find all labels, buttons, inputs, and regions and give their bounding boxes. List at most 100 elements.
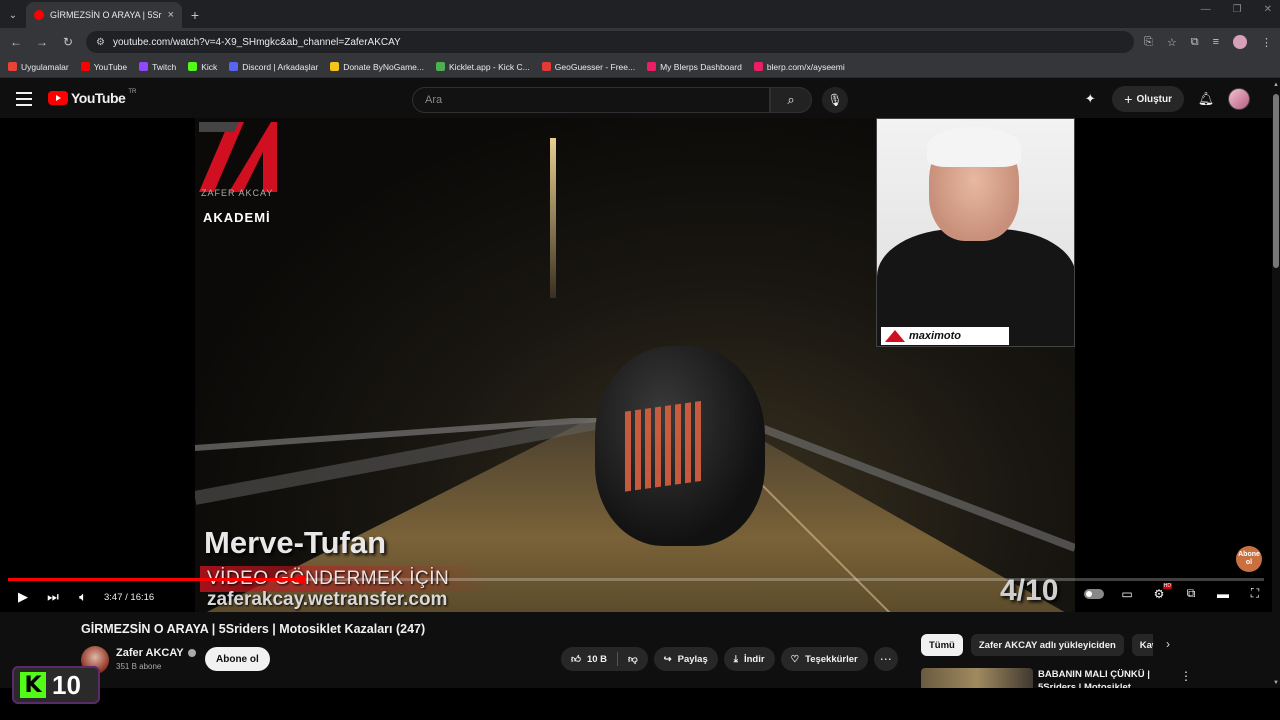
filter-chip[interactable]: Kawasaki bbox=[1131, 634, 1153, 656]
player-controls: ▶ ⏭ 🔈︎ 3:47 / 16:16 ▭ ⚙ ⧉ ▬ ⛶ bbox=[8, 582, 1264, 608]
bookmark-star-icon[interactable]: ☆ bbox=[1167, 36, 1177, 49]
bookmark-label: blerp.com/x/ayseemi bbox=[766, 61, 845, 72]
autoplay-toggle[interactable] bbox=[1084, 588, 1104, 599]
thumbs-down-icon: 👎︎ bbox=[628, 654, 638, 665]
channel-link[interactable]: Zafer AKCAY bbox=[116, 647, 196, 659]
search-button[interactable]: ⌕ bbox=[770, 87, 812, 113]
url-input[interactable]: ⚙ youtube.com/watch?v=4-X9_SHmgkc&ab_cha… bbox=[86, 31, 1135, 53]
page-scrollbar[interactable]: ▲ ▼ bbox=[1272, 80, 1280, 688]
notifications-bell-icon[interactable]: 🔔︎ bbox=[1196, 91, 1216, 107]
bookmark-favicon-icon bbox=[8, 62, 17, 71]
extensions-icon[interactable]: ⧉ bbox=[1191, 36, 1199, 49]
thanks-label: Teşekkürler bbox=[805, 653, 858, 665]
filter-chip[interactable]: Tümü bbox=[921, 634, 963, 656]
scroll-up-icon[interactable]: ▲ bbox=[1273, 82, 1279, 88]
scroll-down-icon[interactable]: ▼ bbox=[1273, 680, 1279, 686]
forward-icon[interactable]: → bbox=[34, 35, 50, 49]
tab-title: GİRMEZSİN O ARAYA | 5Sriders bbox=[50, 10, 162, 20]
bookmark-item[interactable]: Uygulamalar bbox=[8, 62, 69, 72]
search-input[interactable]: Ara bbox=[412, 87, 770, 113]
filter-chips: Tümü Zafer AKCAY adlı yükleyiciden Kawasak… bbox=[921, 634, 1153, 656]
progress-bar[interactable] bbox=[8, 575, 1264, 584]
tab-search-icon[interactable]: ⌄ bbox=[0, 2, 26, 28]
gemini-sparkle-icon[interactable]: ✦ bbox=[1080, 91, 1100, 107]
miniplayer-icon[interactable]: ⧉ bbox=[1182, 586, 1200, 601]
bookmark-item[interactable]: My Blerps Dashboard bbox=[647, 62, 742, 72]
browser-menu-icon[interactable]: ⋮ bbox=[1261, 36, 1272, 49]
bookmark-favicon-icon bbox=[229, 62, 239, 71]
recommendation-thumbnail[interactable] bbox=[921, 668, 1033, 688]
bookmark-label: Donate ByNoGame... bbox=[343, 61, 424, 72]
bookmark-item[interactable]: blerp.com/x/ayseemi bbox=[753, 61, 845, 72]
dislike-button[interactable]: 👎︎ bbox=[618, 653, 648, 665]
recommendation-menu-icon[interactable]: ⋮ bbox=[1180, 669, 1192, 683]
share-icon: ↪ bbox=[663, 653, 672, 665]
play-icon[interactable]: ▶ bbox=[8, 589, 38, 605]
bookmark-item[interactable]: Kick bbox=[188, 62, 217, 72]
next-icon[interactable]: ⏭ bbox=[38, 589, 68, 605]
restore-icon[interactable]: ❐ bbox=[1233, 4, 1242, 15]
subtitles-icon[interactable]: ▭ bbox=[1118, 587, 1136, 601]
bookmark-item[interactable]: YouTube bbox=[80, 61, 128, 72]
like-dislike-group: 👍︎ 10 B 👎︎ bbox=[561, 647, 648, 671]
bookmark-favicon-icon bbox=[647, 62, 657, 71]
microphone-icon: 🎙 bbox=[827, 93, 843, 107]
settings-gear-icon[interactable]: ⚙ bbox=[1150, 582, 1172, 601]
like-count: 10 B bbox=[586, 653, 608, 665]
window-controls: — ❐ ✕ bbox=[1201, 4, 1272, 15]
fullscreen-icon[interactable]: ⛶ bbox=[1246, 586, 1264, 601]
new-tab-button[interactable]: + bbox=[182, 2, 208, 28]
close-window-icon[interactable]: ✕ bbox=[1264, 4, 1272, 15]
subscribe-button[interactable]: Abone ol bbox=[205, 647, 270, 671]
account-avatar[interactable] bbox=[1228, 88, 1250, 110]
overlay-brand: AKADEMİ bbox=[203, 210, 271, 225]
share-button[interactable]: ↪ Paylaş bbox=[653, 647, 718, 671]
bookmark-item[interactable]: Donate ByNoGame... bbox=[330, 62, 424, 72]
thanks-button[interactable]: ♡ Teşekkürler bbox=[780, 647, 868, 671]
time-display: 3:47 / 16:16 bbox=[104, 591, 155, 603]
chevron-right-icon[interactable]: › bbox=[1166, 637, 1170, 651]
toolbar-icons: ⎘ ☆ ⧉ ≡ ⋮ bbox=[1144, 35, 1272, 49]
volume-icon[interactable]: 🔈︎ bbox=[68, 589, 98, 605]
subscribe-watermark[interactable]: Abone ol bbox=[1236, 546, 1262, 572]
bookmark-label: YouTube bbox=[93, 61, 128, 72]
create-button[interactable]: + Oluştur bbox=[1112, 86, 1184, 112]
caption-name: Merve-Tufan bbox=[204, 525, 387, 560]
menu-icon[interactable] bbox=[16, 92, 32, 110]
subscriber-count: 351 B abone bbox=[116, 662, 162, 671]
voice-search-button[interactable]: 🎙 bbox=[822, 87, 848, 113]
bookmark-item[interactable]: Discord | Arkadaşlar bbox=[229, 62, 318, 72]
bookmark-label: Kicklet.app - Kick C... bbox=[448, 61, 530, 72]
filter-chip[interactable]: Zafer AKCAY adlı yükleyiciden bbox=[970, 634, 1124, 656]
back-icon[interactable]: ← bbox=[8, 35, 24, 49]
profile-avatar[interactable] bbox=[1233, 35, 1247, 49]
overlay-brand-sub: ZAFER AKCAY bbox=[201, 188, 274, 198]
search-placeholder: Ara bbox=[425, 94, 443, 106]
browser-tab-active[interactable]: GİRMEZSİN O ARAYA | 5Sriders × bbox=[26, 2, 182, 28]
share-label: Paylaş bbox=[677, 653, 708, 665]
youtube-logo[interactable]: YouTube TR bbox=[48, 89, 136, 106]
bookmark-item[interactable]: Twitch bbox=[139, 62, 176, 72]
recommendation-title[interactable]: BABANIN MALI ÇÜNKÜ | 5Sriders | Motosikl… bbox=[1038, 668, 1168, 688]
progress-scrubber[interactable] bbox=[296, 575, 306, 584]
site-info-icon[interactable]: ⚙ bbox=[96, 37, 105, 48]
like-button[interactable]: 👍︎ 10 B bbox=[561, 653, 617, 666]
header-actions: ✦ + Oluştur 🔔︎ bbox=[1080, 86, 1250, 112]
theater-mode-icon[interactable]: ▬ bbox=[1214, 587, 1232, 601]
reload-icon[interactable]: ↻ bbox=[60, 35, 76, 49]
bookmark-favicon-icon bbox=[188, 62, 198, 71]
download-button[interactable]: ⤓ İndir bbox=[723, 647, 775, 671]
reading-list-icon[interactable]: ≡ bbox=[1213, 36, 1219, 48]
scroll-thumb[interactable] bbox=[1273, 94, 1279, 268]
minimize-icon[interactable]: — bbox=[1201, 4, 1211, 15]
bottom-strip bbox=[0, 688, 1280, 720]
close-tab-icon[interactable]: × bbox=[168, 9, 174, 21]
bookmark-item[interactable]: Kicklet.app - Kick C... bbox=[435, 61, 530, 72]
maximoto-logo: maximoto bbox=[881, 327, 1009, 345]
bookmark-item[interactable]: GeoGuesser - Free... bbox=[541, 62, 635, 72]
bookmark-favicon-icon bbox=[139, 62, 149, 71]
install-app-icon[interactable]: ⎘ bbox=[1144, 36, 1153, 49]
more-actions-icon[interactable]: ⋯ bbox=[873, 647, 898, 671]
pip-brand: maximoto bbox=[909, 330, 961, 342]
download-label: İndir bbox=[743, 653, 765, 665]
